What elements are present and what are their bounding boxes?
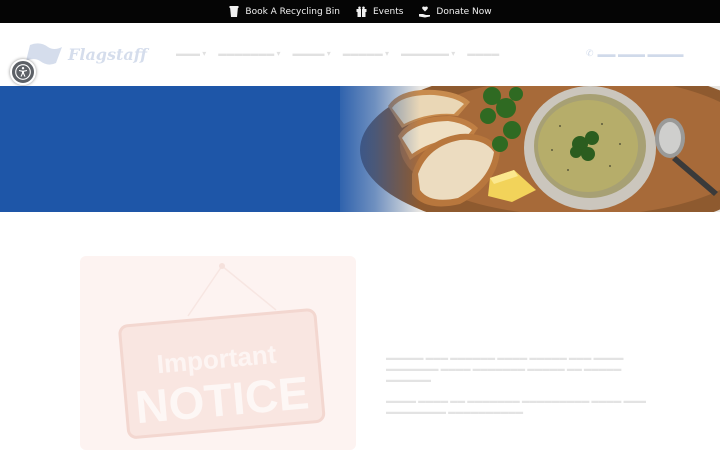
hand-heart-icon (419, 5, 431, 18)
events-label: Events (372, 6, 404, 17)
nav-item-6[interactable]: ▬▬▬▬ (467, 49, 499, 58)
hero-banner (0, 86, 720, 212)
phone-icon: ✆ (586, 48, 594, 58)
site-header: Flagstaff ▬▬▬ ▾ ▬▬▬▬▬▬▬ ▾ ▬▬▬▬ ▾ ▬▬▬▬▬ ▾… (0, 23, 720, 86)
accessibility-button[interactable] (10, 59, 36, 85)
main-nav: ▬▬▬ ▾ ▬▬▬▬▬▬▬ ▾ ▬▬▬▬ ▾ ▬▬▬▬▬ ▾ ▬▬▬▬▬▬ ▾ … (176, 49, 499, 58)
notice-body-text: ▬▬▬▬▬ ▬▬▬ ▬▬▬▬▬▬ ▬▬▬▬ ▬▬▬▬▬ ▬▬▬ ▬▬▬▬ ▬▬▬… (386, 352, 656, 427)
hero-gradient-overlay (330, 86, 420, 212)
nav-item-5[interactable]: ▬▬▬▬▬▬ ▾ (401, 49, 455, 58)
logo-text: Flagstaff (68, 45, 147, 64)
donate-now-link[interactable]: Donate Now (419, 5, 492, 18)
nav-item-2[interactable]: ▬▬▬▬▬▬▬ ▾ (218, 49, 280, 58)
gift-icon (356, 6, 368, 18)
paragraph-placeholder-2: ▬▬▬▬ ▬▬▬▬ ▬▬ ▬▬▬▬▬▬▬ ▬▬▬▬▬▬▬▬▬ ▬▬▬▬ ▬▬▬ … (386, 396, 647, 416)
phone-link[interactable]: ✆ ▬▬ ▬▬▬ ▬▬▬▬ (586, 48, 684, 59)
paragraph-placeholder-1: ▬▬▬▬▬ ▬▬▬ ▬▬▬▬▬▬ ▬▬▬▬ ▬▬▬▬▬ ▬▬▬ ▬▬▬▬ ▬▬▬… (386, 353, 624, 384)
book-recycling-bin-link[interactable]: Book A Recycling Bin (228, 5, 340, 18)
events-link[interactable]: Events (356, 6, 403, 18)
nav-item-1[interactable]: ▬▬▬ ▾ (176, 49, 206, 58)
book-recycling-bin-label: Book A Recycling Bin (245, 6, 340, 17)
cup-icon (228, 5, 240, 18)
important-notice-image: Important NOTICE (80, 256, 356, 450)
donate-now-label: Donate Now (436, 6, 492, 17)
accessibility-icon (15, 64, 31, 80)
top-bar: Book A Recycling Bin Events Donate Now (0, 0, 720, 23)
nav-item-4[interactable]: ▬▬▬▬▬ ▾ (343, 49, 389, 58)
phone-number-placeholder: ▬▬ ▬▬▬ ▬▬▬▬ (597, 48, 684, 59)
nav-item-3[interactable]: ▬▬▬▬ ▾ (293, 49, 331, 58)
site-logo[interactable]: Flagstaff (24, 41, 147, 69)
